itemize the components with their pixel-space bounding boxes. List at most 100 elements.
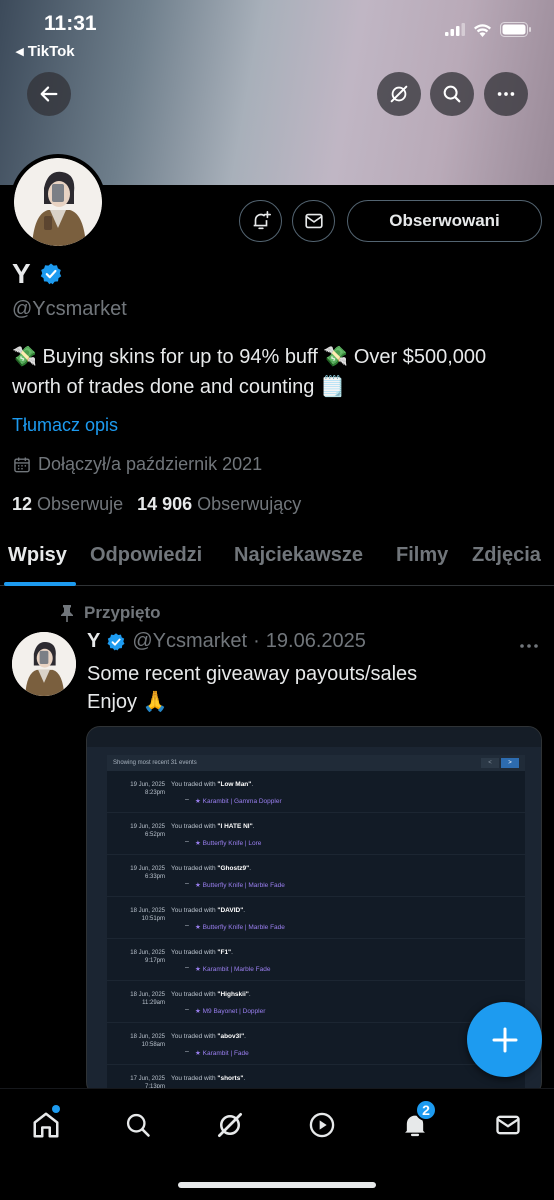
joined-text: Dołączył/a październik 2021 [38, 454, 263, 474]
trade-row: 18 Jun, 2025 10:51pm You traded with "DAVI… [107, 897, 525, 939]
wifi-icon [474, 23, 491, 37]
trade-history-header: Showing most recent 31 events < > [107, 755, 525, 771]
trade-description: You traded with "F1". [171, 949, 233, 956]
trade-partner: "F1" [217, 949, 232, 956]
more-options-button[interactable] [484, 72, 528, 116]
trade-item: ★ Butterfly Knife | Lore [195, 840, 262, 847]
notification-subscribe-button[interactable] [239, 200, 282, 242]
bio-line: 💸 Buying skins for up to 94% buff 💸 Over… [12, 346, 487, 368]
status-bar: 11:31 ◂ TikTok [0, 0, 554, 64]
following-button[interactable]: Obserwowani [347, 200, 542, 242]
nav-messages[interactable] [488, 1105, 528, 1145]
tweet-text: Some recent giveaway payouts/sales Enjoy… [87, 660, 417, 716]
trade-date-block: 19 Jun, 2025 6:33pm [111, 865, 165, 881]
search-icon [126, 1113, 150, 1137]
bio-line: worth of trades done and counting 🗒️ [12, 376, 345, 398]
nav-notifications[interactable]: 2 [395, 1099, 437, 1145]
trade-date: 18 Jun, 2025 [130, 992, 165, 998]
tab-photos[interactable]: Zdjęcia [472, 544, 541, 567]
trade-row: 19 Jun, 2025 8:23pm You traded with "Low M… [107, 771, 525, 813]
trade-row: 18 Jun, 2025 11:29am You traded with "High… [107, 981, 525, 1023]
envelope-icon [496, 1115, 520, 1135]
envelope-icon [304, 213, 323, 229]
trade-date: 17 Jun, 2025 [130, 1076, 165, 1082]
trade-date-block: 18 Jun, 2025 10:58am [111, 1033, 165, 1049]
pinned-label-row: Przypięto [60, 603, 161, 623]
tweet-author-avatar[interactable] [12, 632, 76, 696]
trade-prefix: You traded with [171, 1075, 218, 1082]
following-stat[interactable]: 12 Obserwuje [12, 494, 123, 515]
trade-description: You traded with "DAVID". [171, 907, 246, 914]
status-time: 11:31 [44, 12, 97, 35]
trade-row: 18 Jun, 2025 9:17pm You traded with "F1". –… [107, 939, 525, 981]
pager-prev: < [481, 758, 499, 768]
trade-dash: – [185, 880, 189, 887]
trade-description: You traded with "I HATE NI". [171, 823, 255, 830]
tweet-text-line: Some recent giveaway payouts/sales [87, 663, 418, 685]
translate-bio-link[interactable]: Tłumacz opis [12, 415, 118, 436]
message-button[interactable] [292, 200, 335, 242]
nav-home[interactable] [26, 1105, 66, 1145]
nav-search[interactable] [118, 1105, 158, 1145]
notifications-badge: 2 [415, 1099, 437, 1121]
trade-time: 9:17pm [144, 958, 165, 964]
tweet-author-name[interactable]: Y [87, 630, 100, 653]
tweet-date[interactable]: 19.06.2025 [266, 630, 366, 653]
tweet-header: Y @Ycsmarket · 19.06.2025 [87, 630, 366, 653]
trade-row: 18 Jun, 2025 10:58am You traded with "abov… [107, 1023, 525, 1065]
pager-next: > [501, 758, 519, 768]
trade-dash: – [185, 1006, 189, 1013]
trade-partner: "abov3l" [217, 1033, 245, 1040]
trade-time: 10:58am [141, 1042, 165, 1048]
more-icon [520, 644, 538, 648]
trade-time: 10:51pm [141, 916, 165, 922]
media-top-strip [87, 727, 541, 747]
profile-avatar[interactable] [10, 154, 106, 250]
compose-post-button[interactable] [467, 1002, 542, 1077]
trade-prefix: You traded with [171, 865, 218, 872]
trade-date-block: 18 Jun, 2025 10:51pm [111, 907, 165, 923]
trade-date-block: 19 Jun, 2025 6:52pm [111, 823, 165, 839]
more-icon [497, 92, 515, 96]
trade-partner: "DAVID" [217, 907, 244, 914]
trade-date: 19 Jun, 2025 [130, 866, 165, 872]
search-button[interactable] [430, 72, 474, 116]
trade-date: 19 Jun, 2025 [130, 824, 165, 830]
verified-badge-icon [40, 263, 61, 285]
signal-icon [445, 23, 465, 36]
tweet-separator: · [253, 630, 260, 652]
trade-prefix: You traded with [171, 823, 218, 830]
tab-videos[interactable]: Filmy [396, 544, 448, 567]
home-icon [33, 1112, 59, 1138]
tab-posts[interactable]: Wpisy [8, 544, 67, 567]
back-button[interactable] [27, 72, 71, 116]
trade-prefix: You traded with [171, 949, 218, 956]
trade-item: ★ Butterfly Knife | Marble Fade [195, 882, 285, 889]
profile-name-row: Y [12, 258, 63, 290]
trade-description: You traded with "shorts". [171, 1075, 246, 1082]
trade-description: You traded with "Low Man". [171, 781, 254, 788]
trade-item: ★ Butterfly Knife | Marble Fade [195, 924, 285, 931]
back-to-app-link[interactable]: ◂ TikTok [16, 42, 75, 60]
status-icons [445, 22, 532, 37]
tweet-more-button[interactable] [518, 636, 540, 659]
pin-icon [61, 605, 73, 622]
follow-stats: 12 Obserwuje 14 906 Obserwujący [12, 494, 301, 515]
grok-button[interactable] [377, 72, 421, 116]
nav-grok[interactable] [210, 1105, 250, 1145]
nav-video[interactable] [302, 1105, 342, 1145]
tab-highlights[interactable]: Najciekawsze [234, 544, 363, 567]
verified-badge-icon [107, 632, 125, 650]
trade-date-block: 19 Jun, 2025 8:23pm [111, 781, 165, 797]
tweet-author-handle[interactable]: @Ycsmarket [132, 630, 247, 653]
home-indicator [178, 1182, 376, 1188]
trade-item: ★ Karambit | Gamma Doppler [195, 798, 282, 805]
tab-replies[interactable]: Odpowiedzi [90, 544, 202, 567]
followers-label: Obserwujący [197, 494, 302, 514]
trade-partner: "Highskii" [217, 991, 249, 998]
trade-date: 18 Jun, 2025 [130, 950, 165, 956]
followers-stat[interactable]: 14 906 Obserwujący [137, 494, 301, 515]
home-unread-dot [52, 1105, 60, 1113]
avatar-illustration [12, 632, 76, 696]
pinned-label: Przypięto [84, 603, 161, 622]
